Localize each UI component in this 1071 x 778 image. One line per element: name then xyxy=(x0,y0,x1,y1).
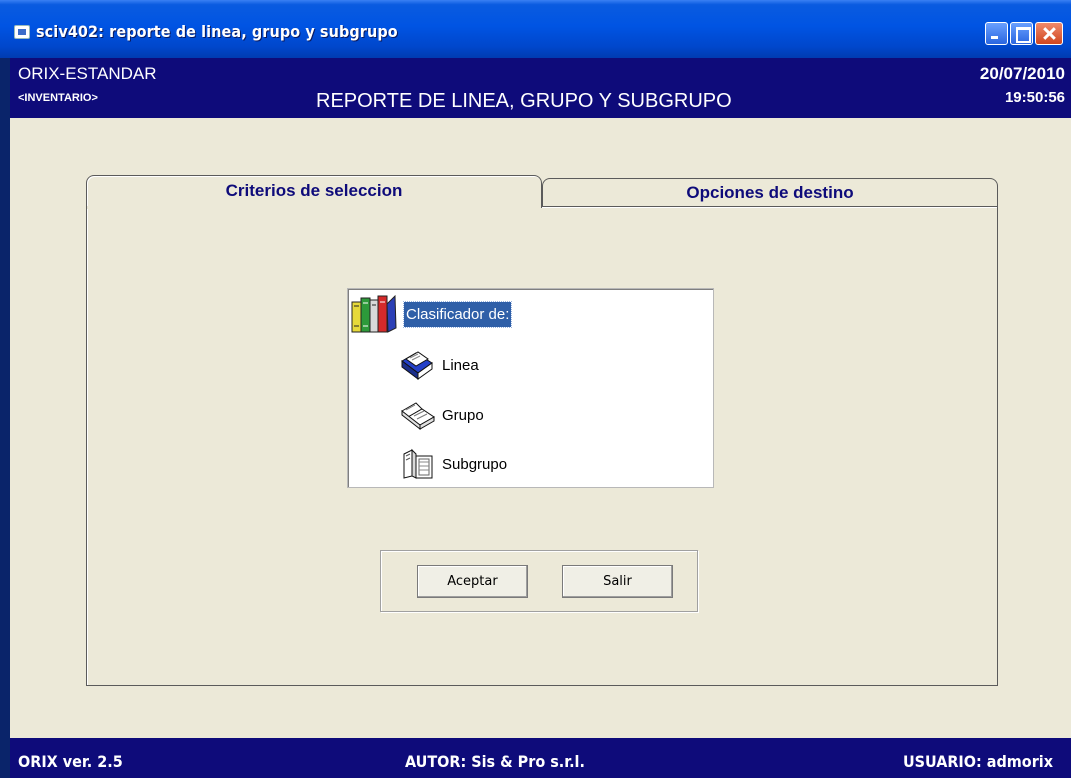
tree-item-subgrupo[interactable]: Subgrupo xyxy=(400,444,507,484)
app-window: sciv402: reporte de linea, grupo y subgr… xyxy=(0,0,1071,778)
author-label: AUTOR: Sis & Pro s.r.l. xyxy=(405,752,585,771)
tree-item-label: Clasificador de: xyxy=(402,300,513,328)
action-button-group: Aceptar Salir xyxy=(380,550,698,612)
header-time: 19:50:56 xyxy=(1004,89,1065,106)
book-stand-icon xyxy=(400,448,436,480)
status-bar: ORIX ver. 2.5 AUTOR: Sis & Pro s.r.l. US… xyxy=(10,738,1071,778)
accept-button[interactable]: Aceptar xyxy=(417,565,528,598)
tree-item-linea[interactable]: Linea xyxy=(400,345,479,385)
tree-item-grupo[interactable]: Grupo xyxy=(400,395,484,435)
app-header: ORIX-ESTANDAR <INVENTARIO> REPORTE DE LI… xyxy=(10,58,1071,118)
maximize-button[interactable] xyxy=(1010,22,1033,45)
tree-item-label: Subgrupo xyxy=(442,455,508,473)
module-name: <INVENTARIO> xyxy=(18,92,98,104)
minimize-button[interactable] xyxy=(985,22,1008,45)
version-label: ORIX ver. 2.5 xyxy=(18,752,123,771)
app-icon[interactable] xyxy=(14,25,30,39)
exit-button[interactable]: Salir xyxy=(562,565,673,598)
tab-label: Criterios de seleccion xyxy=(225,181,403,200)
books-icon xyxy=(350,292,398,336)
tree-item-clasificador[interactable]: Clasificador de: xyxy=(350,291,513,337)
tab-criterios-seleccion[interactable]: Criterios de seleccion xyxy=(86,175,542,208)
header-date: 20/07/2010 xyxy=(979,64,1065,83)
close-button[interactable] xyxy=(1035,22,1063,45)
book-open-icon xyxy=(400,399,436,431)
page-title: REPORTE DE LINEA, GRUPO Y SUBGRUPO xyxy=(316,90,732,112)
window-title: sciv402: reporte de linea, grupo y subgr… xyxy=(36,22,398,41)
tab-label: Opciones de destino xyxy=(686,183,854,202)
tab-joint xyxy=(87,206,541,209)
book-blue-icon xyxy=(400,349,436,381)
tree-item-label: Linea xyxy=(442,356,479,374)
classifier-tree[interactable]: Clasificador de: Linea Grupo Subgrupo xyxy=(347,288,714,488)
title-bar[interactable]: sciv402: reporte de linea, grupo y subgr… xyxy=(0,0,1071,58)
client-area: Opciones de destino Criterios de selecci… xyxy=(10,118,1071,738)
user-label: USUARIO: admorix xyxy=(902,752,1053,771)
tree-item-label: Grupo xyxy=(442,406,484,424)
tab-opciones-destino[interactable]: Opciones de destino xyxy=(542,178,998,208)
system-name: ORIX-ESTANDAR xyxy=(18,64,157,83)
